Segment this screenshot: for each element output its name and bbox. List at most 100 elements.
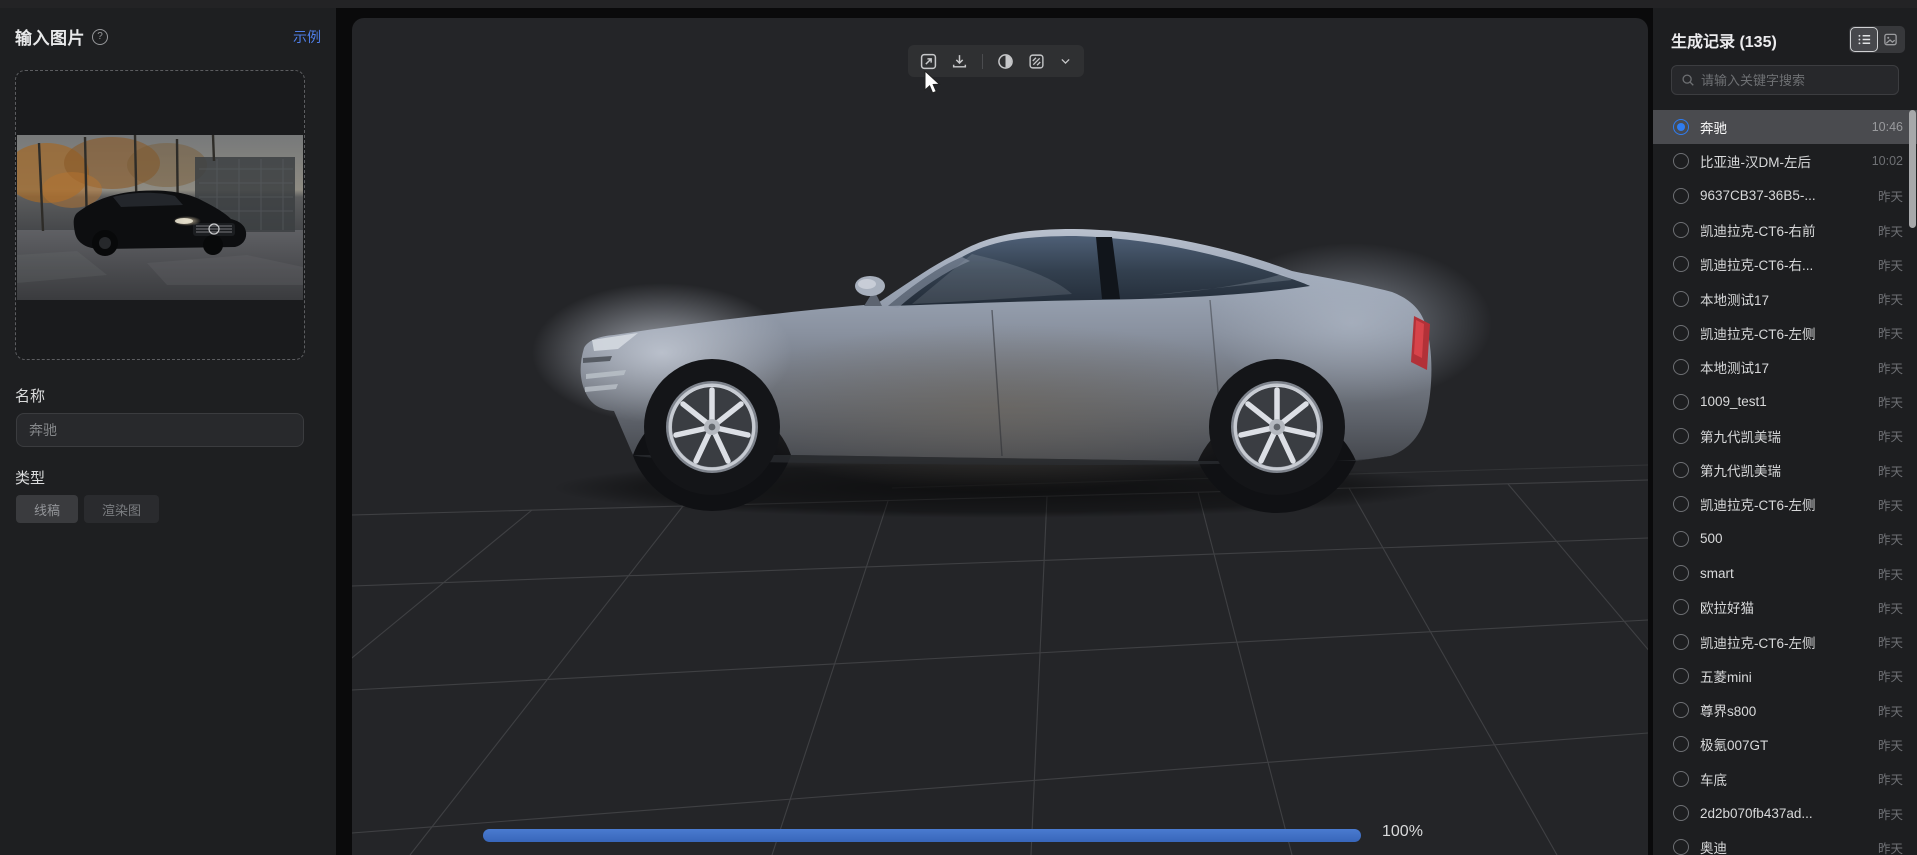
record-time: 昨天 — [1870, 186, 1903, 205]
3d-viewport[interactable]: 100% — [352, 18, 1648, 855]
record-row[interactable]: 2d2b070fb437ad... 昨天 — [1653, 796, 1917, 830]
radio-unselected[interactable] — [1673, 839, 1689, 855]
record-row[interactable]: 500 昨天 — [1653, 522, 1917, 556]
fullscreen-icon[interactable] — [920, 53, 937, 70]
radio-unselected[interactable] — [1673, 359, 1689, 375]
record-row[interactable]: 凯迪拉克-CT6-右前 昨天 — [1653, 213, 1917, 247]
radio-unselected[interactable] — [1673, 325, 1689, 341]
record-row[interactable]: 凯迪拉克-CT6-左侧昨天 — [1653, 487, 1917, 521]
record-row[interactable]: 本地测试17昨天 — [1653, 350, 1917, 384]
record-name: 极氪007GT — [1700, 734, 1768, 754]
help-icon[interactable]: ? — [92, 29, 108, 45]
scrollbar-thumb[interactable] — [1909, 110, 1916, 228]
record-name: 1009_test1 — [1700, 394, 1767, 409]
record-time: 昨天 — [1870, 529, 1903, 548]
radio-unselected[interactable] — [1673, 771, 1689, 787]
record-name: 奔驰 — [1700, 117, 1727, 137]
image-view-icon[interactable] — [1877, 28, 1903, 51]
record-name: 2d2b070fb437ad... — [1700, 806, 1813, 821]
material-icon[interactable] — [1028, 53, 1045, 70]
chevron-down-icon[interactable] — [1059, 53, 1072, 70]
radio-unselected[interactable] — [1673, 702, 1689, 718]
record-row[interactable]: 车底 昨天 — [1653, 762, 1917, 796]
radio-unselected[interactable] — [1673, 188, 1689, 204]
radio-unselected[interactable] — [1673, 668, 1689, 684]
radio-unselected[interactable] — [1673, 462, 1689, 478]
download-icon[interactable] — [951, 53, 968, 70]
record-row[interactable]: 尊界s800昨天 — [1653, 693, 1917, 727]
record-row[interactable]: 比亚迪-汉DM-左后10:02 — [1653, 144, 1917, 178]
record-row[interactable]: 本地测试17 昨天 — [1653, 281, 1917, 315]
radio-unselected[interactable] — [1673, 736, 1689, 752]
record-row[interactable]: 奔驰 10:46 — [1653, 110, 1917, 144]
record-row[interactable]: 第九代凯美瑞昨天 — [1653, 419, 1917, 453]
radio-unselected[interactable] — [1673, 599, 1689, 615]
rear-wheel — [1209, 359, 1345, 495]
radio-selected[interactable] — [1673, 119, 1689, 135]
radio-unselected[interactable] — [1673, 291, 1689, 307]
record-name: 本地测试17 — [1700, 289, 1769, 309]
record-name: 9637CB37-36B5-... — [1700, 188, 1816, 203]
radio-unselected[interactable] — [1673, 394, 1689, 410]
record-row[interactable]: 第九代凯美瑞昨天 — [1653, 453, 1917, 487]
record-time: 昨天 — [1870, 632, 1903, 651]
record-row[interactable]: 奥迪昨天 — [1653, 830, 1917, 855]
window-top-edge — [0, 0, 1917, 8]
record-list: 奔驰 10:46 比亚迪-汉DM-左后10:02 9637CB37-36B5-... 昨… — [1653, 110, 1917, 855]
radio-unselected[interactable] — [1673, 256, 1689, 272]
list-view-icon[interactable] — [1851, 28, 1877, 51]
record-name: 五菱mini — [1700, 666, 1752, 686]
record-name: 凯迪拉克-CT6-右... — [1700, 254, 1813, 274]
record-row[interactable]: 五菱mini 昨天 — [1653, 659, 1917, 693]
image-upload-dropzone[interactable] — [15, 70, 305, 360]
record-name: 第九代凯美瑞 — [1700, 460, 1781, 480]
record-row[interactable]: 凯迪拉克-CT6-右...昨天 — [1653, 247, 1917, 281]
radio-unselected[interactable] — [1673, 531, 1689, 547]
record-name: 500 — [1700, 531, 1723, 546]
car-model — [532, 229, 1492, 513]
contrast-icon[interactable] — [997, 53, 1014, 70]
record-row[interactable]: 凯迪拉克-CT6-左侧昨天 — [1653, 316, 1917, 350]
record-row[interactable]: 凯迪拉克-CT6-左侧 昨天 — [1653, 624, 1917, 658]
radio-unselected[interactable] — [1673, 153, 1689, 169]
record-name: 欧拉好猫 — [1700, 597, 1754, 617]
record-time: 昨天 — [1870, 804, 1903, 823]
record-row[interactable]: 欧拉好猫昨天 — [1653, 590, 1917, 624]
radio-unselected[interactable] — [1673, 496, 1689, 512]
record-row[interactable]: 极氪007GT昨天 — [1653, 727, 1917, 761]
view-toggle — [1849, 26, 1905, 53]
record-time: 昨天 — [1870, 392, 1903, 411]
record-time: 10:46 — [1864, 120, 1903, 134]
record-time: 昨天 — [1870, 289, 1903, 308]
radio-unselected[interactable] — [1673, 634, 1689, 650]
record-name: 凯迪拉克-CT6-右前 — [1700, 220, 1816, 240]
example-link[interactable]: 示例 — [293, 27, 321, 47]
ground-grid — [352, 465, 1648, 855]
record-name: 车底 — [1700, 769, 1727, 789]
record-row[interactable]: 1009_test1 昨天 — [1653, 384, 1917, 418]
radio-unselected[interactable] — [1673, 428, 1689, 444]
type-option-render[interactable]: 渲染图 — [84, 495, 159, 523]
record-time: 昨天 — [1870, 358, 1903, 377]
record-name: 奥迪 — [1700, 837, 1727, 855]
input-panel: 输入图片 ? 示例 — [0, 8, 336, 855]
record-name: 凯迪拉克-CT6-左侧 — [1700, 632, 1816, 652]
record-time: 昨天 — [1870, 221, 1903, 240]
record-time: 昨天 — [1870, 769, 1903, 788]
record-time: 昨天 — [1870, 666, 1903, 685]
record-row[interactable]: 9637CB37-36B5-... 昨天 — [1653, 179, 1917, 213]
record-search-box[interactable] — [1671, 65, 1899, 95]
search-input[interactable] — [1701, 73, 1881, 88]
toolbar-divider — [982, 54, 983, 69]
search-icon — [1681, 73, 1695, 87]
progress-percent: 100% — [1382, 823, 1423, 841]
radio-unselected[interactable] — [1673, 805, 1689, 821]
front-wheel — [644, 359, 780, 495]
name-input[interactable] — [16, 413, 304, 447]
record-row[interactable]: smart昨天 — [1653, 556, 1917, 590]
radio-unselected[interactable] — [1673, 222, 1689, 238]
type-options: 线稿 渲染图 — [16, 495, 159, 523]
type-option-sketch[interactable]: 线稿 — [16, 495, 78, 523]
radio-unselected[interactable] — [1673, 565, 1689, 581]
record-name: 第九代凯美瑞 — [1700, 426, 1781, 446]
